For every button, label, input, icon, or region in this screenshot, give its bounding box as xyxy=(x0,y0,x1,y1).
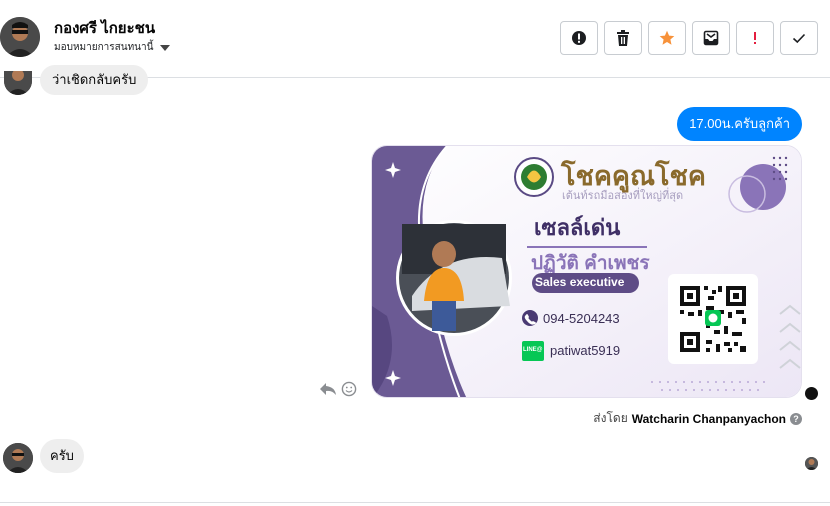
archive-mail-icon xyxy=(703,30,719,46)
composer-divider xyxy=(0,502,830,503)
mark-done-button[interactable] xyxy=(780,21,818,55)
sent-by-name[interactable]: Watcharin Chanpanyachon xyxy=(632,412,786,426)
star-button[interactable] xyxy=(648,21,686,55)
alert-circle-icon xyxy=(572,31,586,45)
seen-indicator-avatar xyxy=(805,387,818,400)
chevron-down-icon xyxy=(160,44,171,51)
card-line-badge: LINE@ xyxy=(523,347,543,353)
card-brand-subtitle: เต้นท์รถมือสองที่ใหญ่ที่สุด xyxy=(562,190,684,202)
seen-indicator-avatar xyxy=(805,457,818,470)
sent-by-prefix: ส่งโดย xyxy=(593,411,628,425)
card-line-id: patiwat5919 xyxy=(550,343,621,358)
card-phone: 094-5204243 xyxy=(543,311,620,326)
mark-important-button[interactable] xyxy=(736,21,774,55)
reply-icon[interactable] xyxy=(319,381,337,397)
trash-icon xyxy=(617,30,629,46)
emoji-reaction-icon[interactable] xyxy=(341,381,357,397)
exclamation-icon xyxy=(754,32,756,44)
move-to-inbox-button[interactable] xyxy=(692,21,730,55)
card-role: เซลล์เด่น xyxy=(534,215,621,240)
assign-label: มอบหมายการสนทนานี้ xyxy=(54,42,154,53)
sender-avatar[interactable] xyxy=(3,443,33,473)
sent-by-line: ส่งโดย Watcharin Chanpanyachon ? xyxy=(593,409,802,428)
delete-button[interactable] xyxy=(604,21,642,55)
business-card-image[interactable]: โชคคูณโชค เต้นท์รถมือสองที่ใหญ่ที่สุด เซ… xyxy=(371,145,802,398)
card-person-name: ปฏิวัติ คำเพชร xyxy=(531,253,650,274)
incoming-message-bubble[interactable]: ครับ xyxy=(40,439,84,473)
contact-name[interactable]: กองศรี ไกยะชน xyxy=(54,16,155,40)
assign-conversation-dropdown[interactable]: มอบหมายการสนทนานี้ xyxy=(54,40,171,55)
contact-avatar[interactable] xyxy=(0,17,40,57)
incoming-message-bubble[interactable]: ว่าเชิดกลับครับ xyxy=(40,65,149,95)
message-thread: ว่าเชิดกลับครับ 17.00น.ครับลูกค้า โชคคูณ… xyxy=(0,65,830,504)
star-icon xyxy=(659,30,675,45)
card-position: Sales executive xyxy=(535,275,625,289)
mark-spam-button[interactable] xyxy=(560,21,598,55)
sender-avatar[interactable] xyxy=(4,71,32,95)
header-actions xyxy=(560,21,818,55)
help-icon[interactable]: ? xyxy=(790,412,802,425)
outgoing-message-bubble[interactable]: 17.00น.ครับลูกค้า xyxy=(677,107,802,141)
check-icon xyxy=(792,33,806,44)
